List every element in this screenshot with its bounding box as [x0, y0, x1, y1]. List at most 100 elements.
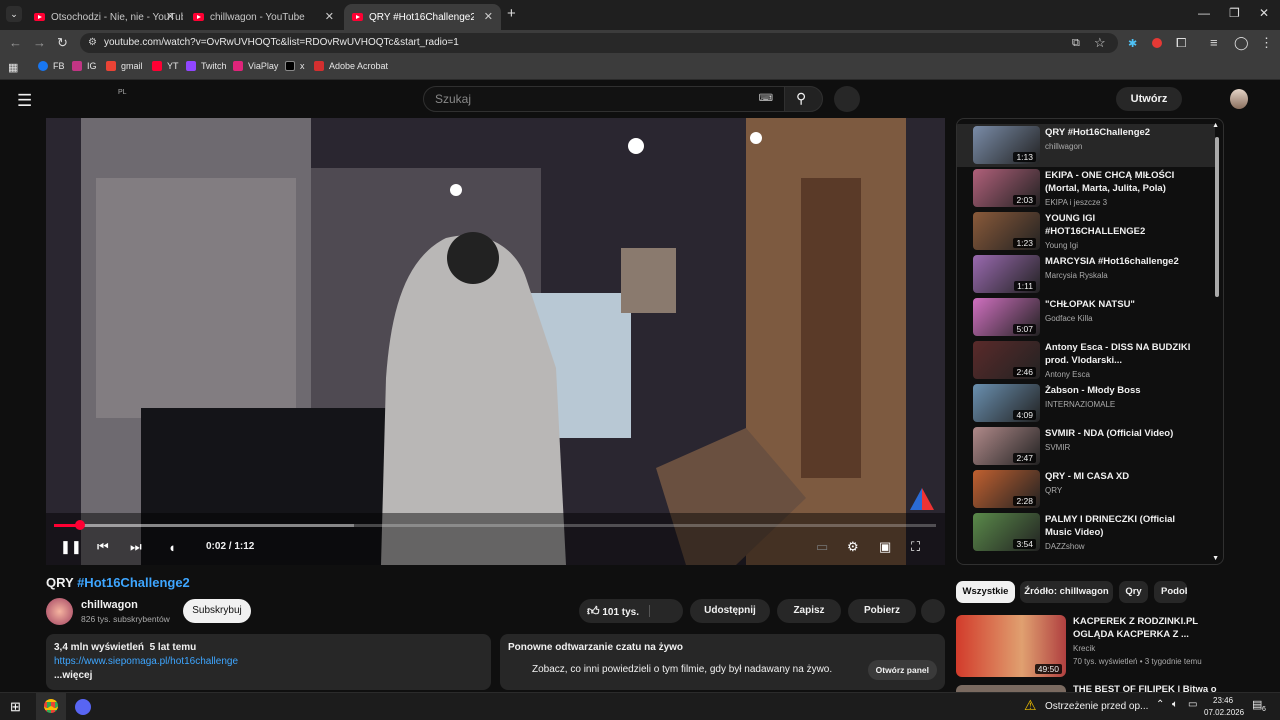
tab-chillwagon[interactable]: chillwagon - YouTube ✕ [185, 4, 342, 30]
tab-otsochodzi[interactable]: Otsochodzi - Nie, nie - YouTube ✕ [26, 4, 183, 30]
playlist-item-channel: chillwagon [1045, 142, 1083, 151]
restore-icon[interactable]: ❐ [1229, 6, 1240, 20]
playlist-item[interactable]: 2:46 Antony Esca - DISS NA BUDZIKI prod. … [957, 339, 1215, 382]
bookmark-viaplay[interactable]: ViaPlay [233, 61, 278, 71]
notifications-icon[interactable]: ▤ [1252, 698, 1262, 711]
scroll-down-icon[interactable]: ▼ [1212, 555, 1219, 562]
playlist-item[interactable]: 2:03 EKIPA - ONE CHCĄ MIŁOŚCI (Mortal, Ma… [957, 167, 1215, 210]
playlist-item[interactable]: 3:54 PALMY I DRINECZKI (Official Music Vi… [957, 511, 1215, 554]
playlist-item[interactable]: 5:07 "CHŁOPAK NATSU" Godface Killa [957, 296, 1215, 339]
channel-avatar[interactable] [46, 598, 73, 625]
windows-start-icon[interactable]: ⊞ [10, 699, 21, 715]
bookmark-acrobat[interactable]: Adobe Acrobat [314, 61, 388, 71]
save-button[interactable]: Zapisz [777, 599, 841, 623]
like-button[interactable]: 👍︎ 101 tys. [579, 599, 683, 623]
create-button[interactable]: Utwórz [1116, 87, 1182, 111]
share-button[interactable]: Udostępnij [690, 599, 770, 623]
site-info-icon[interactable]: ⚙ [88, 33, 97, 53]
settings-icon[interactable]: ⚙ [847, 539, 859, 555]
bookmark-fb[interactable]: FB [38, 61, 65, 71]
chip-qry[interactable]: Qry [1119, 581, 1148, 603]
playlist-item[interactable]: 1:13 QRY #Hot16Challenge2 chillwagon [957, 124, 1215, 167]
chrome-taskbar-icon[interactable] [36, 693, 66, 720]
subscribe-label: Subskrybuj [192, 605, 242, 616]
close-icon[interactable]: ✕ [166, 10, 175, 23]
menu-icon[interactable]: ⋮ [1260, 35, 1273, 51]
search-input[interactable]: Szukaj ⌨ [423, 86, 785, 112]
chip-all[interactable]: Wszystkie [956, 581, 1015, 603]
alert-text[interactable]: Ostrzeżenie przed op... [1045, 701, 1148, 712]
search-button[interactable]: ⚲ [784, 86, 823, 112]
description-link[interactable]: https://www.siepomaga.pl/hot16challenge [54, 656, 483, 667]
volume-tray-icon[interactable]: 🔈︎ [1172, 699, 1178, 710]
description-box[interactable]: 3,4 mln wyświetleń 5 lat temu https://ww… [46, 634, 491, 690]
minimize-icon[interactable]: — [1198, 6, 1210, 20]
extension-red-icon[interactable] [1152, 38, 1162, 48]
recommended-video[interactable]: 49:50 KACPEREK Z RODZINKI.PL OGLĄDA KACP… [956, 613, 1224, 677]
apps-icon[interactable]: ▦ [8, 61, 18, 74]
extensions-icon[interactable]: ⧠ [1176, 35, 1186, 51]
new-tab-button[interactable]: + [507, 5, 516, 22]
volume-icon[interactable]: ◖ [168, 540, 176, 555]
subtitles-icon[interactable]: ▭ [816, 539, 828, 555]
show-more-link[interactable]: ...więcej [54, 670, 483, 681]
profile-icon[interactable]: ◯ [1234, 35, 1249, 51]
video-player[interactable]: ❚❚ ⏮ ⏭ ◖ 0:02 / 1:12 ▭ ⚙ ▣ ⛶ [46, 118, 945, 565]
bookmark-ig[interactable]: IG [72, 61, 97, 71]
hashtag-link[interactable]: #Hot16Challenge2 [77, 575, 190, 590]
playlist-item[interactable]: 1:23 YOUNG IGI #HOT16CHALLENGE2 Young Igi [957, 210, 1215, 253]
playlist-item-title: EKIPA - ONE CHCĄ MIŁOŚCI (Mortal, Marta,… [1045, 170, 1175, 194]
theater-mode-icon[interactable]: ▣ [879, 539, 891, 555]
media-icon[interactable]: ≡ [1210, 35, 1218, 50]
clock-time[interactable]: 23:46 [1213, 696, 1233, 705]
playlist-item[interactable]: 2:28 QRY - MI CASA XD QRY [957, 468, 1215, 511]
pause-icon[interactable]: ❚❚ [60, 539, 82, 555]
bookmark-gmail[interactable]: gmail [106, 61, 143, 71]
bookmark-x[interactable]: x [285, 61, 305, 71]
window-close-icon[interactable]: ✕ [1259, 6, 1269, 20]
open-panel-button[interactable]: Otwórz panel [867, 660, 937, 680]
close-icon[interactable]: ✕ [484, 10, 493, 23]
warning-icon[interactable]: ⚠ [1024, 697, 1037, 714]
bookmark-yt[interactable]: YT [152, 61, 179, 71]
cast-icon[interactable]: ⧉ [1072, 37, 1080, 50]
extension-icon[interactable]: ✱ [1128, 37, 1137, 50]
playlist-item[interactable]: 4:09 Żabson - Młody Boss INTERNAZIOMALE [957, 382, 1215, 425]
tab-qry[interactable]: QRY #Hot16Challenge2 - YouTube ✕ [344, 4, 501, 30]
chip-source[interactable]: Źródło: chillwagon [1020, 581, 1113, 603]
playlist-scrollbar[interactable] [1215, 137, 1219, 297]
next-icon[interactable]: ⏭ [130, 539, 142, 555]
subscribe-button[interactable]: Subskrybuj [183, 599, 251, 623]
tray-chevron-icon[interactable]: ⌃ [1156, 699, 1164, 710]
voice-search-button[interactable] [834, 86, 860, 112]
playlist-item[interactable]: 1:11 MARCYSIA #Hot16challenge2 Marcysia Ry… [957, 253, 1215, 296]
forward-icon[interactable]: → [33, 35, 46, 50]
url-field[interactable]: ⚙ youtube.com/watch?v=OvRwUVHOQTc&list=RD… [80, 33, 1118, 53]
reload-icon[interactable]: ↻ [57, 35, 68, 51]
clock-date[interactable]: 07.02.2026 [1204, 708, 1244, 717]
playlist-item-title: "CHŁOPAK NATSU" [1045, 299, 1135, 310]
channel-name[interactable]: chillwagon [81, 599, 138, 611]
discord-taskbar-icon[interactable] [75, 699, 91, 715]
subscriber-count: 826 tys. subskrybentów [81, 614, 170, 624]
keyboard-icon[interactable]: ⌨ [759, 87, 773, 111]
playlist-item[interactable]: 2:47 SVMIR - NDA (Official Video) SVMIR [957, 425, 1215, 468]
fullscreen-icon[interactable]: ⛶ [911, 539, 920, 555]
chip-similar[interactable]: Podobne [1154, 581, 1187, 603]
progress-bar[interactable] [54, 520, 936, 530]
more-actions-button[interactable] [921, 599, 945, 623]
bookmark-star-icon[interactable]: ☆ [1094, 35, 1106, 51]
back-icon[interactable]: ← [9, 35, 22, 50]
previous-icon[interactable]: ⏮ [97, 539, 109, 555]
network-tray-icon[interactable]: ▭ [1188, 699, 1197, 710]
bookmark-label: gmail [121, 61, 143, 71]
video-title: QRY #Hot16Challenge2 [46, 575, 190, 590]
hamburger-menu-icon[interactable]: ☰ [17, 91, 32, 111]
tab-list-button[interactable]: ⌄ [6, 6, 22, 22]
bookmark-twitch[interactable]: Twitch [186, 61, 227, 71]
recommended-video[interactable]: THE BEST OF FILIPEK | Bitwa o [956, 683, 1224, 692]
close-icon[interactable]: ✕ [325, 10, 334, 23]
scroll-up-icon[interactable]: ▲ [1212, 122, 1219, 129]
avatar[interactable] [1230, 89, 1248, 109]
download-button[interactable]: Pobierz [848, 599, 916, 623]
